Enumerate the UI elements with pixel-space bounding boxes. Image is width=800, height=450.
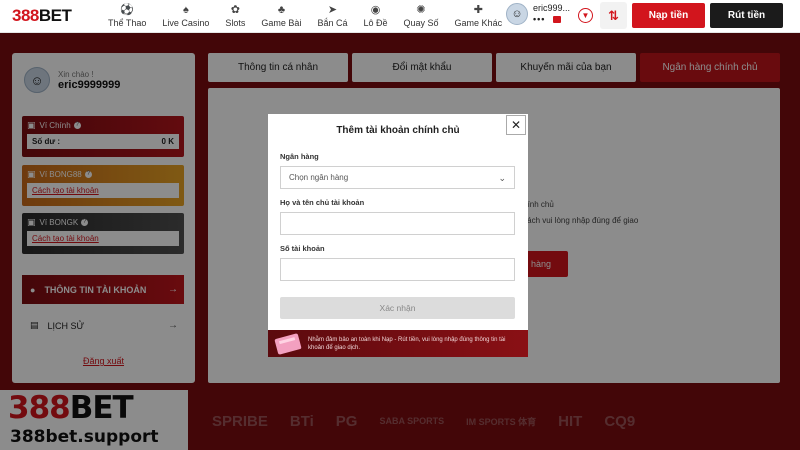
account-name-field[interactable] (280, 212, 515, 235)
avatar: ☺ (506, 3, 528, 25)
top-navbar: 388BET ⚽ Thể Thao ♠ Live Casino ✿ Slots ♣ Ga… (0, 0, 800, 33)
slot-icon: ✿ (230, 3, 241, 16)
balance-mask: ••• (533, 14, 546, 24)
withdraw-button[interactable]: Rút tiền (710, 3, 783, 28)
user-info: eric999... ••• (533, 3, 570, 25)
chevron-down-icon: ⌄ (498, 173, 506, 183)
deposit-button[interactable]: Nạp tiền (632, 3, 705, 28)
close-icon[interactable]: ✕ (506, 115, 526, 135)
cards-icon: ♣ (277, 3, 286, 16)
user-menu[interactable]: ☺ eric999... ••• (506, 3, 570, 25)
account-name-label: Họ và tên chủ tài khoản (280, 198, 365, 207)
soccer-ball-icon: ⚽ (120, 3, 135, 16)
wallet-icon (553, 16, 562, 24)
account-number-field[interactable] (280, 258, 515, 281)
notice-text: Nhằm đảm bảo an toàn khi Nạp - Rút tiền,… (308, 336, 506, 351)
swap-icon[interactable]: ⇅ (600, 2, 627, 29)
bank-label: Ngân hàng (280, 152, 319, 161)
lottery-icon: ◉ (370, 3, 381, 16)
account-number-label: Số tài khoản (280, 244, 325, 253)
nav-item-game-khac[interactable]: ✚ Game Khác (447, 0, 511, 33)
account-name-input[interactable] (289, 219, 506, 228)
modal-title: Thêm tài khoản chính chủ (336, 125, 460, 136)
fish-icon: ➤ (327, 3, 338, 16)
chevron-down-icon[interactable]: ▼ (578, 8, 593, 23)
nav-item-live-casino[interactable]: ♠ Live Casino (154, 0, 217, 33)
gamepad-icon: ✚ (473, 3, 483, 16)
credit-card-icon (268, 330, 308, 357)
nav-item-quay-so[interactable]: ✺ Quay Số (396, 0, 447, 33)
confirm-button[interactable]: Xác nhận (280, 297, 515, 319)
user-short-name: eric999... (533, 3, 571, 13)
main-nav: ⚽ Thể Thao ♠ Live Casino ✿ Slots ♣ Game Bài … (100, 0, 510, 33)
add-bank-modal: Thêm tài khoản chính chủ ✕ Ngân hàng Chọ… (268, 114, 528, 357)
security-notice: Nhằm đảm bảo an toàn khi Nạp - Rút tiền,… (268, 330, 528, 357)
nav-item-slots[interactable]: ✿ Slots (217, 0, 253, 33)
nav-item-game-bai[interactable]: ♣ Game Bài (253, 0, 309, 33)
brand-logo[interactable]: 388BET (12, 6, 100, 26)
dealer-icon: ♠ (182, 3, 189, 16)
lucky-wheel-icon: ✺ (416, 3, 426, 16)
bank-select[interactable]: Chọn ngân hàng ⌄ (280, 166, 515, 189)
nav-item-ban-ca[interactable]: ➤ Bắn Cá (309, 0, 355, 33)
nav-item-the-thao[interactable]: ⚽ Thể Thao (100, 0, 154, 33)
account-number-input[interactable] (289, 265, 506, 274)
nav-item-lo-de[interactable]: ◉ Lô Đề (355, 0, 395, 33)
